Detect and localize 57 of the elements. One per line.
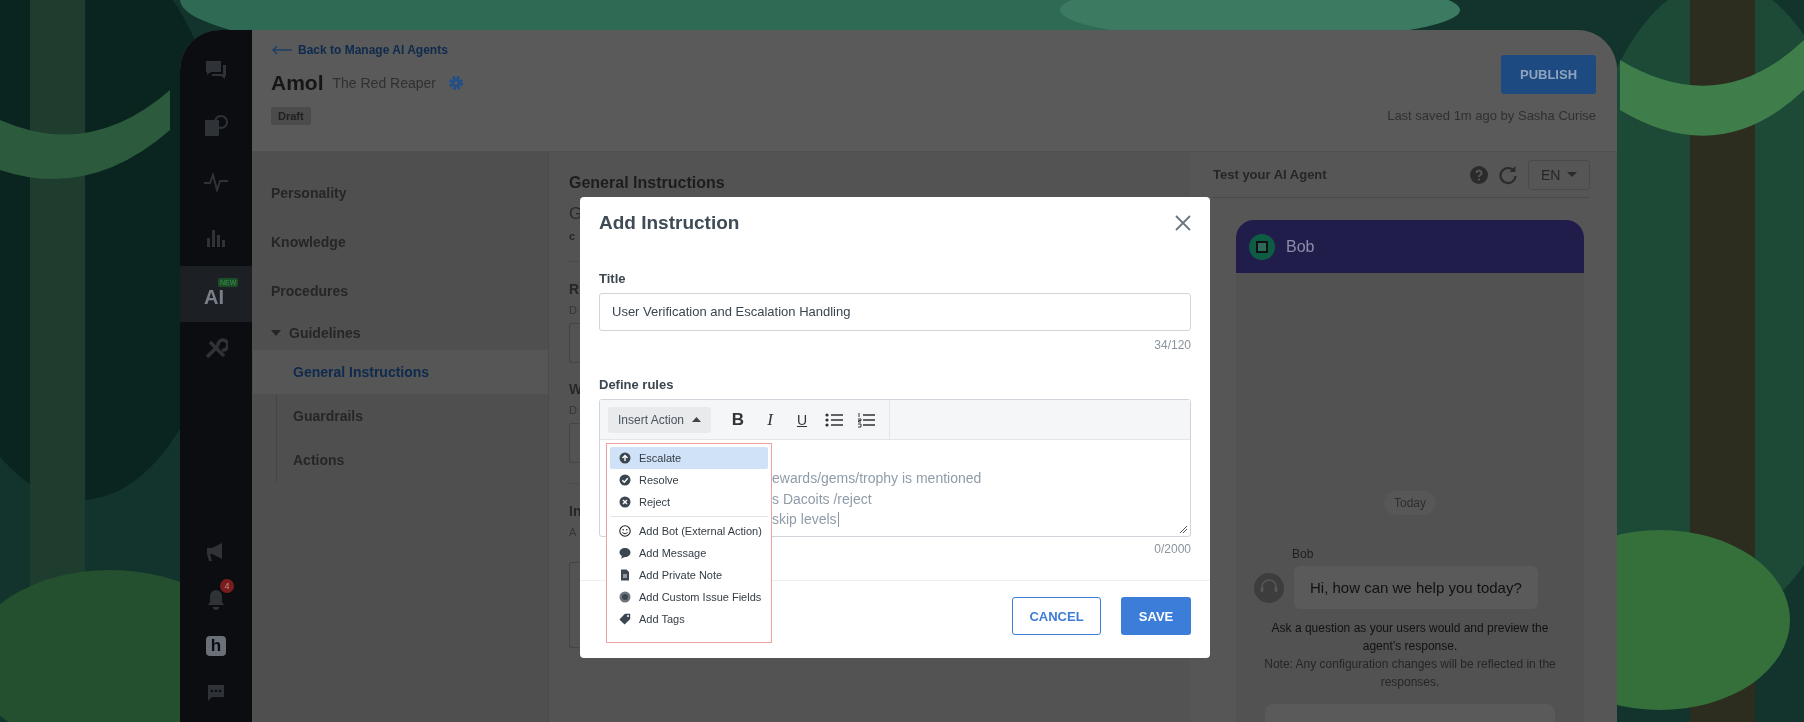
menu-item[interactable]: Reject xyxy=(610,491,768,513)
menu-item[interactable]: Add Tags xyxy=(610,608,768,630)
menu-item[interactable]: Add Message xyxy=(610,542,768,564)
editor-text: ewards/gems/trophy is mentioned xyxy=(772,470,982,487)
speech-bubble-icon xyxy=(619,547,631,559)
menu-item[interactable]: Add Private Note xyxy=(610,564,768,586)
refresh-icon[interactable] xyxy=(1498,164,1518,185)
close-icon[interactable] xyxy=(1175,215,1191,231)
publish-button[interactable]: PUBLISH xyxy=(1501,55,1596,94)
helper-text: Ask a question as your users would and preview the agent’s response. xyxy=(1270,620,1550,655)
count-badge: 4 xyxy=(220,579,234,593)
editor-text: s Dacoits /reject xyxy=(772,490,872,507)
numbered-list-icon xyxy=(857,411,875,428)
dialog-title: Add Instruction xyxy=(599,212,740,234)
insert-action-dropdown[interactable]: Insert Action xyxy=(608,406,711,433)
input-field[interactable] xyxy=(569,423,579,463)
menu-item[interactable]: Add Custom Issue Fields xyxy=(610,586,768,608)
menu-item[interactable]: Add Bot (External Action) xyxy=(610,520,768,542)
settings-icon[interactable] xyxy=(448,75,464,91)
agent-name: Amol xyxy=(271,71,324,95)
smiley-icon xyxy=(619,525,631,537)
up-arrow-circle-icon xyxy=(619,452,631,464)
tag-icon xyxy=(619,613,631,625)
caret-icon xyxy=(692,417,701,422)
help-icon[interactable] xyxy=(1470,165,1488,184)
document-icon xyxy=(619,569,631,581)
character-count: 34/120 xyxy=(1154,337,1191,353)
text-cursor xyxy=(837,511,839,527)
logo-nav-item[interactable]: h xyxy=(180,622,252,669)
menu-item[interactable]: Resolve xyxy=(610,469,768,491)
menu-item[interactable]: Escalate xyxy=(610,447,768,469)
target-icon xyxy=(619,591,631,603)
input-field[interactable] xyxy=(569,323,579,363)
message-bubble: Hi, how can we help you today? xyxy=(1294,566,1538,609)
title-input[interactable]: User Verification and Escalation Handling xyxy=(599,293,1191,331)
back-link[interactable]: Back to Manage AI Agents xyxy=(271,43,448,57)
brain-chip-icon xyxy=(1248,232,1276,261)
italic-button[interactable]: I xyxy=(757,406,783,433)
cancel-button[interactable]: CANCEL xyxy=(1012,597,1101,635)
bot-name: Bob xyxy=(1286,237,1315,256)
bold-button[interactable]: B xyxy=(725,406,751,433)
field-label: Title xyxy=(599,270,627,288)
avatar-icon xyxy=(1254,572,1284,603)
character-count: 0/2000 xyxy=(1154,541,1191,557)
resize-handle-icon[interactable] xyxy=(1179,525,1187,533)
check-circle-icon xyxy=(619,474,631,486)
text-area[interactable] xyxy=(569,562,579,648)
x-circle-icon xyxy=(619,496,631,508)
caret-icon[interactable] xyxy=(271,330,281,336)
field-label: Define rules xyxy=(599,376,675,394)
underline-button[interactable]: U xyxy=(789,406,815,433)
editor-text: skip levels xyxy=(772,511,837,528)
save-button[interactable]: SAVE xyxy=(1121,597,1191,635)
bell-icon xyxy=(206,587,226,610)
back-arrow-icon xyxy=(271,45,293,55)
bullet-list-icon xyxy=(825,412,843,427)
caret-icon xyxy=(1567,172,1577,177)
